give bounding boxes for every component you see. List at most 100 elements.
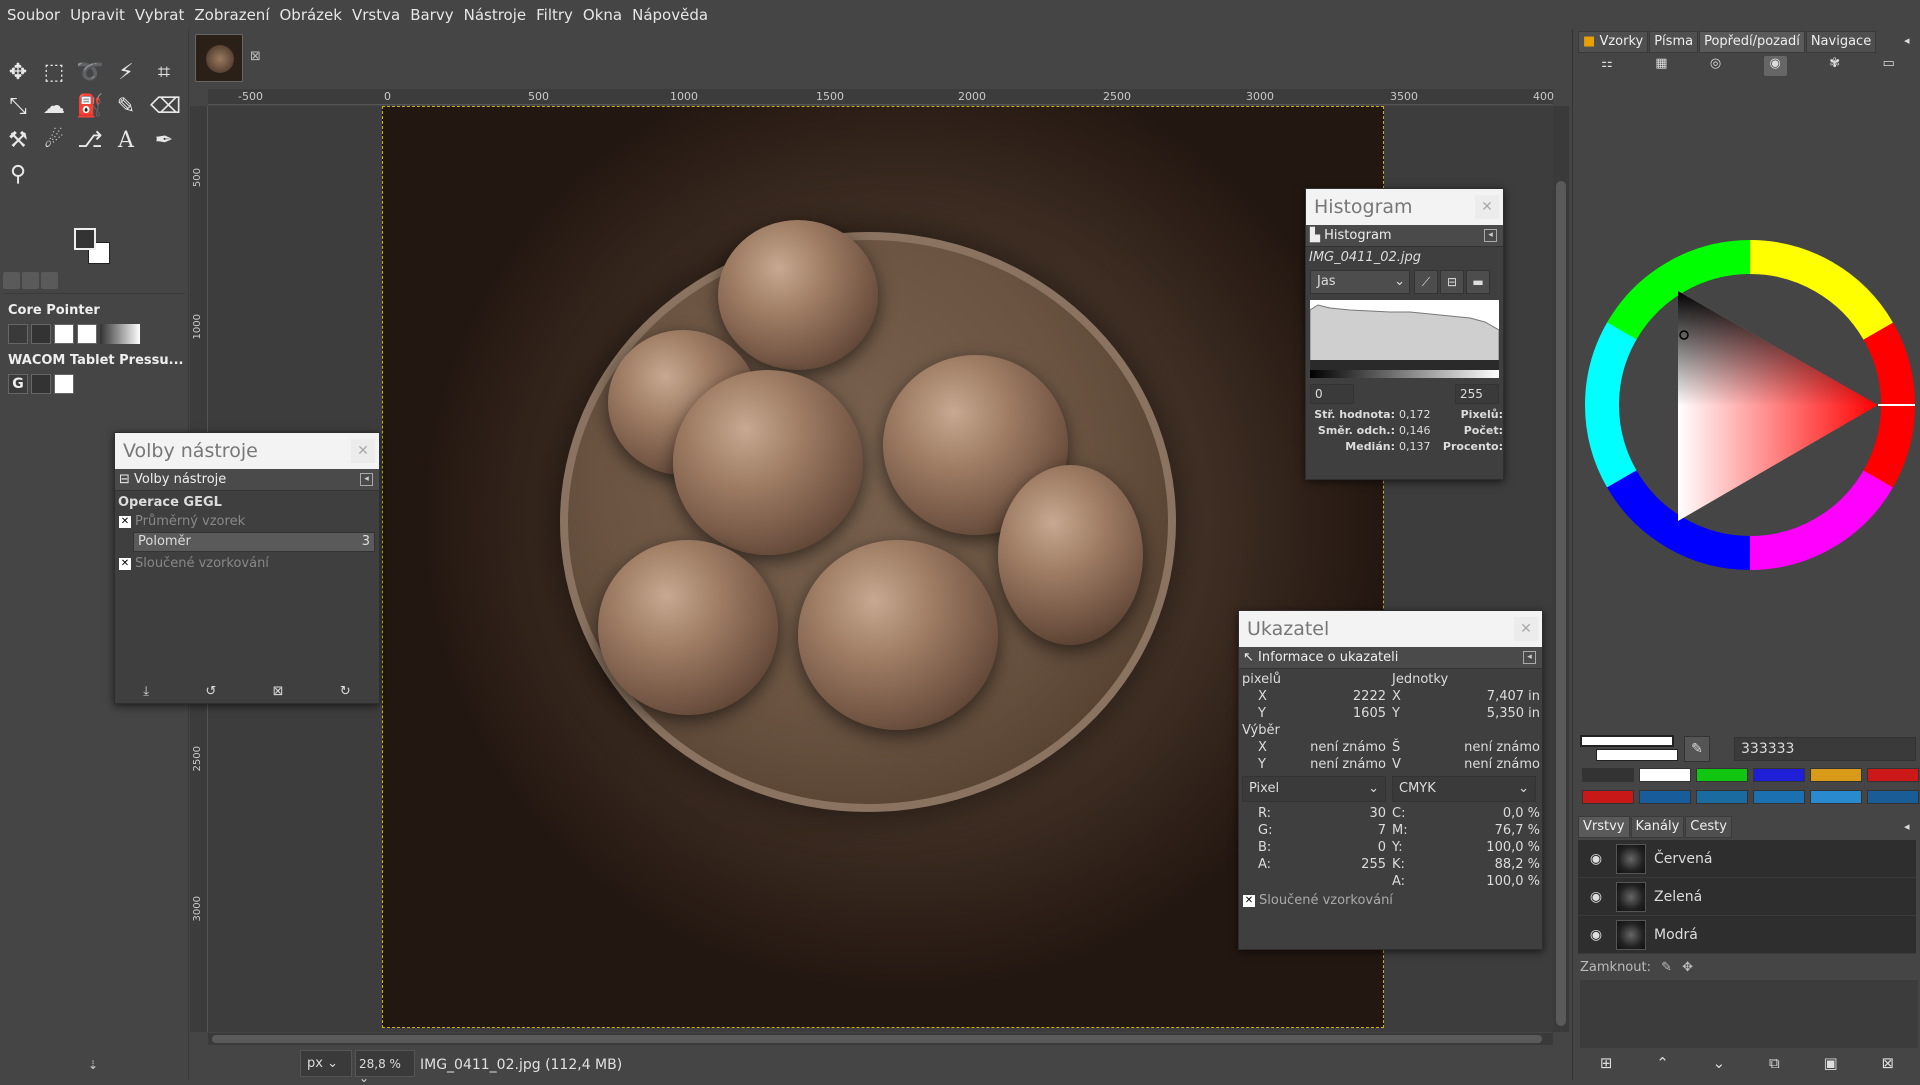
gradient-swatch[interactable] <box>100 324 140 344</box>
unit-select[interactable]: px ⌄ <box>300 1050 352 1077</box>
menu-file[interactable]: Soubor <box>2 6 65 24</box>
rect-select-icon[interactable]: ⬚ <box>40 59 68 87</box>
bg-swatch[interactable] <box>54 374 74 394</box>
close-icon[interactable]: ✕ <box>1514 617 1538 641</box>
delete-icon[interactable]: ⊠ <box>1882 1054 1895 1072</box>
gegl-icon[interactable]: ⚏ <box>1601 56 1613 76</box>
swatch[interactable] <box>1753 768 1805 782</box>
left-mode-select[interactable]: Pixel ⌄ <box>1242 776 1386 802</box>
range-max-spin[interactable]: 255 <box>1455 384 1499 404</box>
foreground-color[interactable] <box>1580 735 1674 747</box>
close-icon[interactable]: ✕ <box>351 439 375 463</box>
swatch[interactable] <box>1696 768 1748 782</box>
close-icon[interactable]: ✕ <box>1475 195 1499 219</box>
zoom-select[interactable]: 28,8 % ⌄ <box>355 1050 415 1085</box>
reset-icon[interactable]: ↻ <box>340 684 351 699</box>
device-status-tab-icon[interactable] <box>3 272 20 289</box>
channel-row-red[interactable]: ◉ Červená <box>1578 840 1916 878</box>
crop-icon[interactable]: ⌗ <box>150 59 178 87</box>
close-icon[interactable]: ⊠ <box>250 49 261 64</box>
sample-merged-checkbox[interactable]: ✕ Sloučené vzorkování <box>1239 889 1542 912</box>
color-picker-icon[interactable]: ✒ <box>150 127 178 155</box>
palette-icon[interactable]: ▭ <box>1883 56 1895 76</box>
horizontal-scrollbar[interactable] <box>208 1033 1553 1045</box>
fg-swatch[interactable] <box>31 324 51 344</box>
color-picker-icon[interactable]: ✎ <box>1684 736 1710 762</box>
paths-icon[interactable]: ⎇ <box>76 127 104 155</box>
lock-pixels-icon[interactable]: ✎ <box>1661 960 1672 975</box>
menu-tools[interactable]: Nástroje <box>459 6 532 24</box>
tab-layers[interactable]: Vrstvy <box>1578 816 1630 838</box>
smudge-icon[interactable]: ☄ <box>40 127 68 155</box>
tab-fonts[interactable]: Písma <box>1649 31 1699 53</box>
dock-menu-icon[interactable]: ◂ <box>1484 229 1497 242</box>
images-tab-icon[interactable] <box>41 272 58 289</box>
sample-merged-checkbox[interactable]: ✕ Sloučené vzorkování <box>115 552 379 575</box>
menu-edit[interactable]: Upravit <box>65 6 130 24</box>
zoom-icon[interactable]: ⚲ <box>4 161 32 189</box>
tab-fg-bg[interactable]: Popředí/pozadí <box>1699 31 1805 53</box>
lasso-icon[interactable]: ➰ <box>76 59 104 87</box>
channel-row-blue[interactable]: ◉ Modrá <box>1578 916 1916 954</box>
menu-image[interactable]: Obrázek <box>275 6 347 24</box>
eye-icon[interactable]: ◉ <box>1584 851 1608 867</box>
dock-menu-icon[interactable]: ◂ <box>360 473 373 486</box>
lower-icon[interactable]: ⌄ <box>1713 1054 1726 1072</box>
bucket-fill-icon[interactable]: ⛽ <box>76 93 104 121</box>
tab-paths[interactable]: Cesty <box>1685 816 1732 838</box>
eye-icon[interactable]: ◉ <box>1584 927 1608 943</box>
brush-swatch[interactable] <box>8 324 28 344</box>
eye-icon[interactable]: ◉ <box>1584 889 1608 905</box>
background-color[interactable] <box>1596 749 1678 761</box>
menu-colors[interactable]: Barvy <box>405 6 458 24</box>
swatch[interactable] <box>1810 790 1862 804</box>
pointer-tracker-icon[interactable]: ⇣ <box>88 1058 98 1072</box>
vertical-scrollbar[interactable] <box>1553 106 1569 1032</box>
sample-average-checkbox[interactable]: ✕ Průměrný vzorek <box>115 514 379 529</box>
channel-row-green[interactable]: ◉ Zelená <box>1578 878 1916 916</box>
menu-view[interactable]: Zobrazení <box>189 6 274 24</box>
save-preset-icon[interactable]: ⤓ <box>143 684 149 699</box>
radius-spinbox[interactable]: Poloměr 3 <box>133 532 375 552</box>
dock-menu-icon[interactable]: ◂ <box>1523 651 1536 664</box>
menu-select[interactable]: Vybrat <box>130 6 190 24</box>
linear-icon[interactable]: ⟋ <box>1414 270 1438 294</box>
undo-tab-icon[interactable] <box>22 272 39 289</box>
menu-layer[interactable]: Vrstva <box>347 6 405 24</box>
color-wheel[interactable] <box>1580 240 1920 580</box>
menu-help[interactable]: Nápověda <box>627 6 713 24</box>
histogram-graph[interactable] <box>1310 300 1499 370</box>
swatch[interactable] <box>1582 768 1634 782</box>
swatch[interactable] <box>1582 790 1634 804</box>
range-min-spin[interactable]: 0 <box>1310 384 1354 404</box>
dock-menu-icon[interactable]: ◂ <box>1904 34 1910 47</box>
transform-icon[interactable]: ⤡ <box>4 93 32 121</box>
text-icon[interactable]: A <box>112 127 140 155</box>
dock-menu-icon[interactable]: ◂ <box>1904 820 1910 833</box>
clone-icon[interactable]: ⚒ <box>4 127 32 155</box>
foreground-color[interactable] <box>74 228 96 250</box>
eraser-icon[interactable]: ⌫ <box>150 93 181 121</box>
cmyk-icon[interactable]: ▦ <box>1655 56 1667 76</box>
lock-position-icon[interactable]: ✥ <box>1682 960 1693 975</box>
restore-preset-icon[interactable]: ↺ <box>205 684 216 699</box>
channel-select[interactable]: Jas ⌄ <box>1310 270 1410 294</box>
to-selection-icon[interactable]: ▣ <box>1824 1054 1838 1072</box>
wheel-icon[interactable]: ◉ <box>1763 56 1787 76</box>
swatch[interactable] <box>1639 768 1691 782</box>
move-icon[interactable]: ✥ <box>4 59 32 87</box>
tab-palettes[interactable]: ■ Vzorky <box>1578 31 1649 53</box>
swatch[interactable] <box>1810 768 1862 782</box>
gimp-icon[interactable]: G <box>8 374 28 394</box>
tab-channels[interactable]: Kanály <box>1630 816 1685 838</box>
swatch[interactable] <box>1753 790 1805 804</box>
delete-preset-icon[interactable]: ⊠ <box>273 684 284 699</box>
fg-swatch[interactable] <box>31 374 51 394</box>
fuzzy-select-icon[interactable]: ⚡ <box>112 59 140 87</box>
menu-windows[interactable]: Okna <box>578 6 627 24</box>
swatch[interactable] <box>1867 768 1919 782</box>
right-mode-select[interactable]: CMYK ⌄ <box>1392 776 1536 802</box>
hex-input[interactable]: 333333 <box>1734 737 1916 761</box>
pattern-swatch[interactable] <box>77 324 97 344</box>
bg-swatch[interactable] <box>54 324 74 344</box>
